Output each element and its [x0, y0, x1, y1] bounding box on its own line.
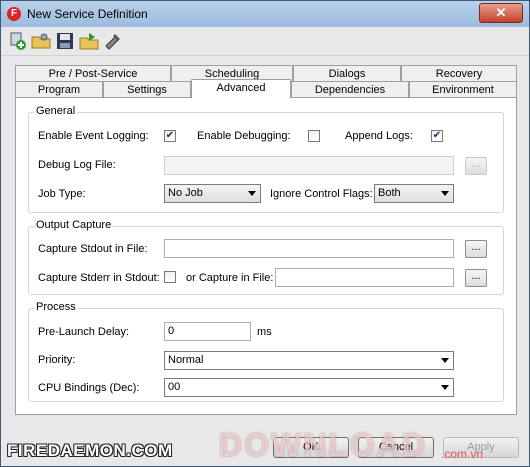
ignore-control-flags-label: Ignore Control Flags:: [270, 188, 373, 200]
cpu-bindings-select[interactable]: 00: [164, 378, 454, 397]
advanced-panel: General Enable Event Logging: ✔ Enable D…: [15, 97, 517, 415]
window-title: New Service Definition: [27, 7, 148, 21]
tab-program[interactable]: Program: [15, 81, 103, 97]
add-service-icon[interactable]: [7, 31, 27, 51]
append-logs-checkbox[interactable]: ✔: [431, 130, 443, 142]
capture-stdout-input[interactable]: [164, 239, 454, 258]
chevron-down-icon: [441, 385, 449, 390]
firedaemon-watermark: FIREDAEMON.COM: [7, 441, 173, 460]
capture-stderr-file-input[interactable]: [275, 268, 454, 287]
pre-launch-delay-label: Pre-Launch Delay:: [38, 326, 130, 338]
output-capture-group: Output Capture Capture Stdout in File: .…: [28, 219, 504, 295]
process-group-title: Process: [34, 301, 78, 313]
chevron-down-icon: [441, 358, 449, 363]
chevron-down-icon: [441, 191, 449, 196]
tab-recovery[interactable]: Recovery: [401, 65, 517, 81]
ignore-control-flags-value: Both: [378, 187, 401, 199]
open-folder-icon[interactable]: [31, 31, 51, 51]
job-type-value: No Job: [168, 187, 203, 199]
dialog-window: F New Service Definition ✕ Pre / Post-Se…: [0, 0, 530, 467]
enable-debugging-label: Enable Debugging:: [197, 130, 291, 142]
process-group: Process Pre-Launch Delay: 0 ms Priority:…: [28, 301, 504, 402]
firedaemon-app-icon: F: [7, 7, 21, 21]
tab-control: Pre / Post-Service Scheduling Dialogs Re…: [15, 63, 517, 415]
debug-log-file-label: Debug Log File:: [38, 159, 116, 171]
close-button[interactable]: ✕: [479, 3, 523, 23]
tab-dialogs[interactable]: Dialogs: [293, 65, 401, 81]
download-watermark: DOWNLOAD: [219, 427, 427, 463]
title-bar[interactable]: F New Service Definition ✕: [1, 1, 529, 27]
priority-select[interactable]: Normal: [164, 351, 454, 370]
priority-value: Normal: [168, 354, 204, 366]
job-type-select[interactable]: No Job: [164, 184, 261, 203]
general-group: General Enable Event Logging: ✔ Enable D…: [28, 105, 504, 213]
tab-environment[interactable]: Environment: [409, 81, 517, 97]
export-icon[interactable]: [79, 31, 99, 51]
toolbar: [1, 27, 529, 56]
cpu-bindings-value: 00: [168, 381, 181, 393]
tab-pre-post-service[interactable]: Pre / Post-Service: [15, 65, 171, 81]
ignore-control-flags-select[interactable]: Both: [374, 184, 454, 203]
output-capture-group-title: Output Capture: [34, 219, 114, 231]
checkmark-icon: ✔: [432, 130, 442, 141]
or-capture-in-file-label: or Capture in File:: [186, 272, 274, 284]
pre-launch-delay-input[interactable]: 0: [164, 322, 251, 341]
capture-stderr-checkbox[interactable]: [164, 271, 176, 283]
capture-stderr-browse-button[interactable]: ...: [465, 269, 487, 287]
enable-debugging-checkbox[interactable]: [308, 130, 320, 142]
pre-launch-delay-unit: ms: [257, 326, 272, 338]
capture-stdout-label: Capture Stdout in File:: [38, 243, 148, 255]
cpu-bindings-label: CPU Bindings (Dec):: [38, 382, 140, 394]
save-icon[interactable]: [55, 31, 75, 51]
debug-log-file-browse-button[interactable]: ...: [465, 157, 487, 175]
capture-stderr-label: Capture Stderr in Stdout:: [38, 272, 160, 284]
debug-log-file-input[interactable]: [164, 156, 454, 175]
tab-settings[interactable]: Settings: [103, 81, 191, 97]
tab-row-2: Program Settings Advanced Dependencies E…: [15, 79, 517, 98]
download-watermark-domain: .com.vn: [441, 447, 484, 461]
checkmark-icon: ✔: [165, 130, 175, 141]
general-group-title: General: [34, 105, 78, 117]
enable-event-logging-checkbox[interactable]: ✔: [164, 130, 176, 142]
priority-label: Priority:: [38, 354, 76, 366]
chevron-down-icon: [248, 191, 256, 196]
tab-advanced[interactable]: Advanced: [191, 79, 291, 98]
capture-stdout-browse-button[interactable]: ...: [465, 240, 487, 258]
tools-icon[interactable]: [103, 31, 123, 51]
append-logs-label: Append Logs:: [345, 130, 413, 142]
tab-dependencies[interactable]: Dependencies: [291, 81, 409, 97]
job-type-label: Job Type:: [38, 188, 86, 200]
enable-event-logging-label: Enable Event Logging:: [38, 130, 149, 142]
